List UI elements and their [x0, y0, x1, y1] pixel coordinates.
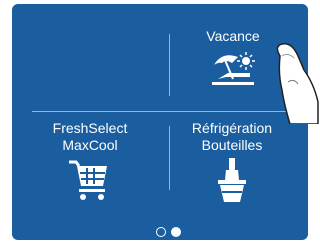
pagination-dots: [152, 226, 192, 238]
freshselect-maxcool-tile[interactable]: FreshSelect MaxCool: [28, 120, 152, 202]
bottle-in-bucket-icon: [218, 158, 246, 202]
page-dot-1[interactable]: [156, 227, 166, 237]
refrigeration-label-line2: Bouteilles: [201, 137, 263, 153]
vacance-tile[interactable]: Vacance: [182, 28, 284, 89]
vertical-divider-top: [169, 34, 170, 96]
freshselect-label-line1: FreshSelect: [52, 120, 128, 136]
refrigeration-bouteilles-tile[interactable]: Réfrigération Bouteilles: [172, 120, 292, 206]
fridge-display-screen: Vacance FreshSelect MaxCool Réfrigératio…: [12, 4, 308, 240]
finger-pointer-icon: [276, 43, 319, 124]
horizontal-divider: [32, 111, 296, 112]
freshselect-label-line2: MaxCool: [62, 137, 118, 153]
vacance-label: Vacance: [206, 28, 260, 44]
beach-umbrella-sun-icon: [212, 52, 255, 85]
shopping-cart-icon: [69, 160, 107, 200]
vertical-divider-bottom: [169, 126, 170, 190]
page-dot-2-active[interactable]: [171, 227, 181, 237]
